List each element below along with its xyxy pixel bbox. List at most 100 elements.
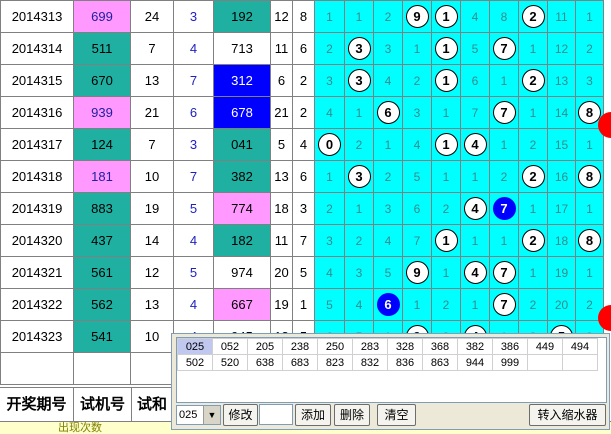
distribution-cell: 3 (314, 64, 345, 97)
distribution-cell: 1 (344, 0, 374, 33)
distribution-cell: 19 (547, 256, 576, 289)
distribution-cell: 1 (431, 224, 461, 257)
number-input[interactable] (259, 404, 293, 425)
distribution-cell: 1 (373, 128, 403, 161)
table-row: 2014321 561 12 5 974 20 5 4 3 5 9 1 4 7 1 19 1 (0, 256, 604, 289)
distribution-cell: 3 (575, 64, 604, 97)
list-item[interactable]: 832 (352, 354, 388, 371)
list-item[interactable]: 502 (177, 354, 213, 371)
list-item[interactable]: 368 (422, 338, 458, 355)
tail-cell: 3 (173, 128, 214, 161)
draw-number-cell: 041 (213, 128, 271, 161)
value-a-cell: 11 (270, 32, 293, 65)
distribution-cell: 7 (489, 192, 519, 225)
distribution-cell: 1 (460, 288, 490, 321)
tail-cell: 7 (173, 64, 214, 97)
list-item[interactable]: 944 (457, 354, 493, 371)
clear-button[interactable]: 清空 (377, 404, 416, 426)
period-cell: 2014322 (0, 288, 74, 321)
distribution-cell: 7 (460, 96, 490, 129)
distribution-cell: 3 (344, 64, 374, 97)
distribution-cell: 2 (344, 128, 374, 161)
chevron-down-icon[interactable]: ▼ (203, 406, 220, 424)
period-cell: 2014314 (0, 32, 74, 65)
list-item[interactable]: 386 (492, 338, 528, 355)
number-ball: 6 (376, 101, 400, 124)
distribution-cell: 4 (314, 96, 345, 129)
list-item[interactable]: 494 (562, 338, 598, 355)
span-cell: 7 (130, 32, 174, 65)
span-cell: 24 (130, 0, 174, 33)
draw-number-cell: 974 (213, 256, 271, 289)
distribution-cell: 2 (518, 64, 548, 97)
list-item[interactable]: 238 (282, 338, 318, 355)
list-item[interactable] (562, 354, 598, 371)
value-b-cell: 4 (292, 128, 315, 161)
list-item[interactable]: 382 (457, 338, 493, 355)
number-ball: 2 (521, 69, 545, 92)
list-item[interactable] (527, 354, 563, 371)
distribution-cell: 2 (518, 160, 548, 193)
distribution-cell: 3 (373, 32, 403, 65)
distribution-cell: 16 (547, 160, 576, 193)
list-item[interactable]: 863 (422, 354, 458, 371)
number-combo[interactable]: 025 ▼ (176, 405, 221, 425)
empty-cell (73, 352, 131, 385)
distribution-cell: 1 (431, 96, 461, 129)
draw-number-cell: 713 (213, 32, 271, 65)
distribution-cell: 1 (518, 96, 548, 129)
tail-cell: 3 (173, 0, 214, 33)
distribution-cell: 4 (373, 224, 403, 257)
shrink-button[interactable]: 转入缩水器 (529, 404, 606, 426)
combo-value: 025 (179, 409, 198, 421)
distribution-cell: 3 (314, 224, 345, 257)
period-cell: 2014321 (0, 256, 74, 289)
distribution-cell: 20 (547, 288, 576, 321)
number-ball: 1 (434, 229, 458, 252)
distribution-cell: 4 (402, 128, 432, 161)
list-item[interactable]: 283 (352, 338, 388, 355)
distribution-cell: 2 (373, 160, 403, 193)
delete-button[interactable]: 删除 (334, 404, 370, 426)
list-item[interactable]: 025 (177, 338, 213, 355)
number-ball: 4 (463, 197, 487, 220)
value-a-cell: 6 (270, 64, 293, 97)
modify-button[interactable]: 修改 (223, 404, 258, 426)
list-item[interactable]: 999 (492, 354, 528, 371)
list-item[interactable]: 638 (247, 354, 283, 371)
number-ball: 2 (521, 229, 545, 252)
list-item[interactable]: 683 (282, 354, 318, 371)
period-cell: 2014316 (0, 96, 74, 129)
period-cell: 2014323 (0, 320, 74, 353)
distribution-cell: 2 (402, 64, 432, 97)
results-grid: 2014313 699 24 3 192 12 8 1 1 2 9 1 4 8 2 11 1 2014314 511… (0, 0, 604, 385)
list-item[interactable]: 823 (317, 354, 353, 371)
distribution-cell: 4 (314, 256, 345, 289)
list-item[interactable]: 449 (527, 338, 563, 355)
list-item[interactable]: 836 (387, 354, 423, 371)
table-row: 2014322 562 13 4 667 19 1 5 4 6 1 2 1 7 2 20 2 (0, 288, 604, 321)
value-b-cell: 6 (292, 160, 315, 193)
distribution-cell: 2 (314, 192, 345, 225)
distribution-cell: 1 (431, 0, 461, 33)
tail-cell: 4 (173, 224, 214, 257)
number-ball: 2 (521, 165, 545, 188)
distribution-cell: 3 (344, 32, 374, 65)
span-cell: 13 (130, 64, 174, 97)
number-ball: 8 (578, 229, 601, 252)
number-list[interactable]: 025 052 205 238 250 283 328 368 382 386 449 494 502… (176, 337, 607, 403)
list-item[interactable]: 205 (247, 338, 283, 355)
list-item[interactable]: 328 (387, 338, 423, 355)
distribution-cell: 1 (402, 288, 432, 321)
test-number-cell: 437 (73, 224, 131, 257)
number-ball: 3 (347, 165, 371, 188)
list-item[interactable]: 250 (317, 338, 353, 355)
list-item[interactable]: 520 (212, 354, 248, 371)
list-item[interactable]: 052 (212, 338, 248, 355)
add-button[interactable]: 添加 (295, 404, 331, 426)
value-b-cell: 6 (292, 32, 315, 65)
draw-number-cell: 182 (213, 224, 271, 257)
span-cell: 13 (130, 288, 174, 321)
distribution-cell: 18 (547, 224, 576, 257)
table-row: 2014320 437 14 4 182 11 7 3 2 4 7 1 1 1 2 18 8 (0, 224, 604, 257)
